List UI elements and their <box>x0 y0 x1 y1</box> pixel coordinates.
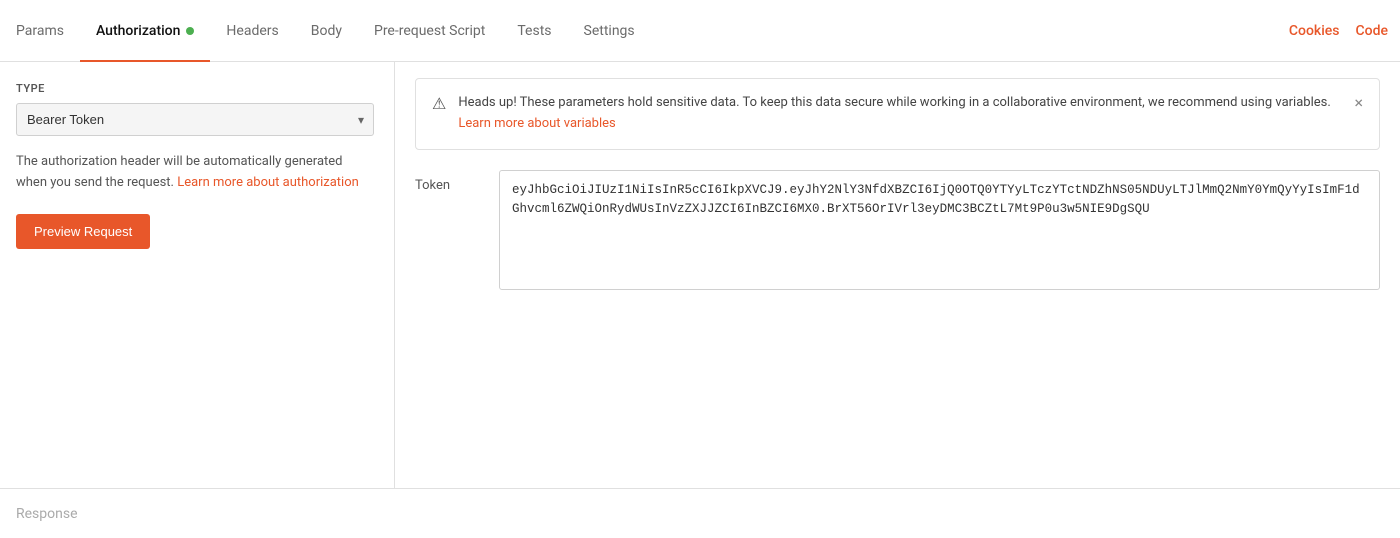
type-select[interactable]: No Auth API Key Bearer Token Basic Auth … <box>16 103 374 136</box>
tab-pre-request-script[interactable]: Pre-request Script <box>358 0 501 62</box>
response-label: Response <box>16 506 78 522</box>
right-panel: ⚠ Heads up! These parameters hold sensit… <box>395 62 1400 488</box>
warning-icon: ⚠ <box>432 94 446 113</box>
tab-pre-request-label: Pre-request Script <box>374 23 485 39</box>
alert-text: Heads up! These parameters hold sensitiv… <box>458 93 1342 135</box>
response-bar: Response <box>0 488 1400 538</box>
left-panel: TYPE No Auth API Key Bearer Token Basic … <box>0 62 395 488</box>
tab-params-label: Params <box>16 23 64 39</box>
nav-right-links: Cookies Code <box>1289 23 1388 39</box>
tab-tests-label: Tests <box>517 23 551 39</box>
tab-headers[interactable]: Headers <box>210 0 294 62</box>
token-field-row: Token eyJhbGciOiJIUzI1NiIsInR5cCI6IkpXVC… <box>415 170 1380 290</box>
tab-authorization[interactable]: Authorization <box>80 0 210 62</box>
auth-learn-more-link[interactable]: Learn more about authorization <box>177 175 359 190</box>
tab-settings-label: Settings <box>584 23 635 39</box>
tab-headers-label: Headers <box>226 23 278 39</box>
preview-request-button[interactable]: Preview Request <box>16 214 150 249</box>
nav-tabs: Params Authorization Headers Body Pre-re… <box>0 0 1400 62</box>
tab-settings[interactable]: Settings <box>568 0 651 62</box>
authorization-dot <box>186 27 194 35</box>
alert-banner: ⚠ Heads up! These parameters hold sensit… <box>415 78 1380 150</box>
tab-params[interactable]: Params <box>12 0 80 62</box>
tab-body-label: Body <box>311 23 342 39</box>
code-link[interactable]: Code <box>1356 23 1388 39</box>
token-input[interactable]: eyJhbGciOiJIUzI1NiIsInR5cCI6IkpXVCJ9.eyJ… <box>499 170 1380 290</box>
type-select-wrapper: No Auth API Key Bearer Token Basic Auth … <box>16 103 374 136</box>
main-content: TYPE No Auth API Key Bearer Token Basic … <box>0 62 1400 488</box>
cookies-link[interactable]: Cookies <box>1289 23 1340 39</box>
auth-description: The authorization header will be automat… <box>16 152 374 194</box>
tab-body[interactable]: Body <box>295 0 358 62</box>
close-icon[interactable]: × <box>1354 93 1363 112</box>
type-label: TYPE <box>16 82 374 95</box>
tab-authorization-label: Authorization <box>96 23 180 39</box>
token-label: Token <box>415 170 475 193</box>
alert-message: Heads up! These parameters hold sensitiv… <box>458 95 1330 110</box>
tab-tests[interactable]: Tests <box>501 0 567 62</box>
alert-learn-more-link[interactable]: Learn more about variables <box>458 116 615 131</box>
